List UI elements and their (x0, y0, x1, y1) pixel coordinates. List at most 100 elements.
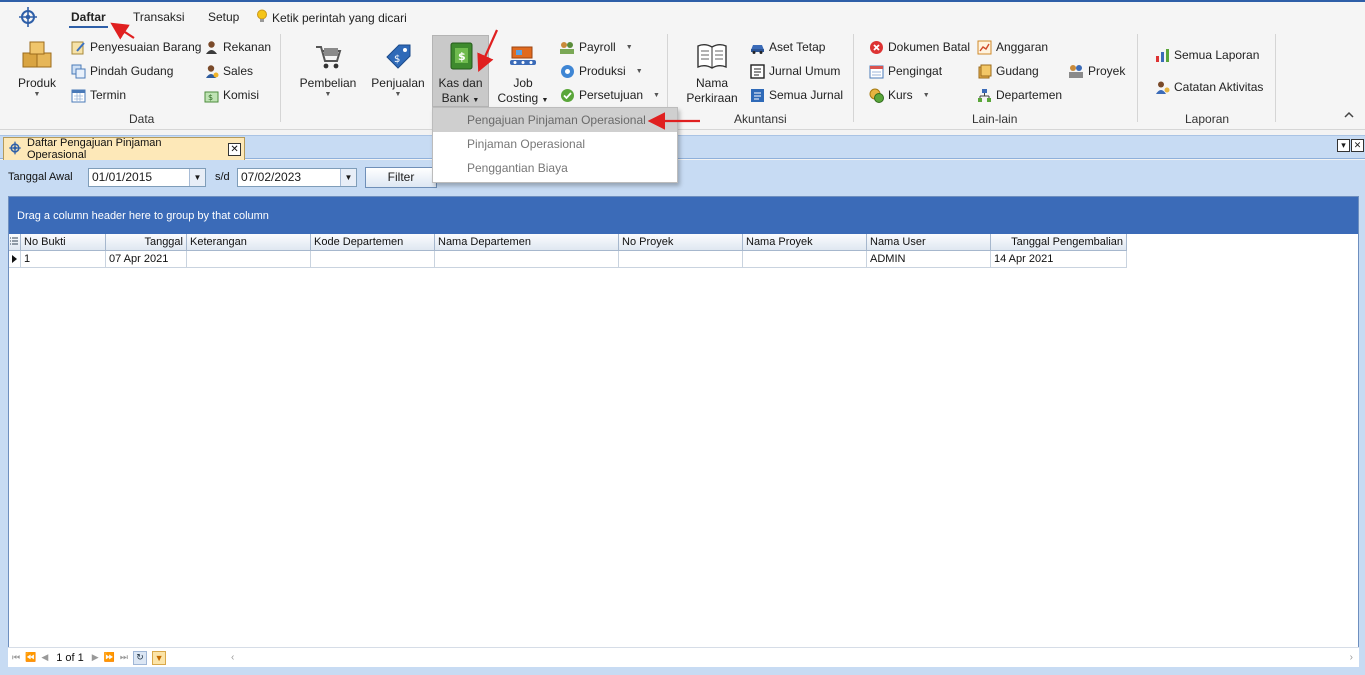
calendar-dropdown-icon[interactable]: ▼ (189, 169, 205, 186)
group-by-panel[interactable]: Drag a column header here to group by th… (9, 197, 1358, 234)
group-label-data: Data (129, 112, 155, 126)
commission-icon: $ (203, 87, 219, 103)
document-tab[interactable]: Daftar Pengajuan Pinjaman Operasional ✕ (3, 137, 245, 161)
close-tab-icon[interactable]: ✕ (228, 142, 241, 156)
pembelian-button[interactable]: Pembelian ▼ (296, 40, 360, 106)
produksi-label: Produksi (579, 64, 626, 78)
column-header-tanggal[interactable]: Tanggal (106, 234, 187, 251)
group-label-akuntansi: Akuntansi (734, 112, 787, 126)
payroll-label: Payroll (579, 40, 616, 54)
kas-dan-bank-button[interactable]: $ Kas dan Bank ▼ (432, 35, 489, 107)
scroll-right-icon[interactable]: › (1350, 652, 1353, 663)
currency-exchange-icon (868, 87, 884, 103)
produksi-button[interactable]: Produksi ▼ (559, 63, 643, 79)
tab-daftar[interactable]: Daftar (69, 10, 108, 28)
produk-label: Produk (17, 76, 57, 90)
end-date-field[interactable]: 07/02/2023 ▼ (237, 168, 357, 187)
filter-button[interactable]: Filter (365, 167, 437, 188)
cell-kode-departemen[interactable] (311, 251, 435, 268)
filter-funnel-icon[interactable]: ▼ (152, 650, 167, 665)
komisi-button[interactable]: $ Komisi (203, 87, 259, 103)
column-header-keterangan[interactable]: Keterangan (187, 234, 311, 251)
menu-item-penggantian-biaya[interactable]: Penggantian Biaya (433, 156, 677, 180)
start-date-field[interactable]: 01/01/2015 ▼ (88, 168, 206, 187)
semua-jurnal-button[interactable]: Semua Jurnal (749, 87, 843, 103)
gudang-button[interactable]: Gudang (976, 63, 1039, 79)
content-area: Tanggal Awal 01/01/2015 ▼ s/d 07/02/2023… (0, 160, 1365, 675)
budget-chart-icon (976, 39, 992, 55)
next-block-icon[interactable]: ⏩ (104, 652, 115, 663)
previous-block-icon[interactable]: ⏪ (25, 652, 36, 663)
payroll-people-icon (559, 39, 575, 55)
column-header-nama-departemen[interactable]: Nama Departemen (435, 234, 619, 251)
penjualan-button[interactable]: $ Penjualan ▼ (368, 40, 428, 106)
cell-no-proyek[interactable] (619, 251, 743, 268)
tab-list-dropdown-icon[interactable]: ▾ (1337, 139, 1350, 152)
open-book-icon (695, 40, 729, 72)
rekanan-button[interactable]: Rekanan (203, 39, 271, 55)
app-logo-icon[interactable] (17, 6, 39, 28)
cell-tanggal-pengembalian[interactable]: 14 Apr 2021 (991, 251, 1127, 268)
proyek-button[interactable]: Proyek (1068, 63, 1125, 79)
cell-tanggal[interactable]: 07 Apr 2021 (106, 251, 187, 268)
previous-page-icon[interactable]: ◀ (41, 652, 48, 663)
kurs-button[interactable]: Kurs ▼ (868, 87, 930, 103)
persetujuan-button[interactable]: Persetujuan ▼ (559, 87, 660, 103)
anggaran-button[interactable]: Anggaran (976, 39, 1048, 55)
org-chart-icon (976, 87, 992, 103)
column-header-no-bukti[interactable]: No Bukti (21, 234, 106, 251)
tab-setup[interactable]: Setup (208, 10, 239, 24)
chevron-down-icon: ▼ (472, 97, 480, 104)
journal-icon (749, 63, 765, 79)
menu-item-pinjaman-operasional[interactable]: Pinjaman Operasional (433, 132, 677, 156)
group-label-lain-lain: Lain-lain (972, 112, 1018, 126)
aset-tetap-button[interactable]: Aset Tetap (749, 39, 825, 55)
cell-no-bukti[interactable]: 1 (21, 251, 106, 268)
column-chooser-icon[interactable] (9, 234, 21, 251)
next-page-icon[interactable]: ▶ (92, 652, 99, 663)
kurs-label: Kurs (888, 88, 913, 102)
column-header-nama-user[interactable]: Nama User (867, 234, 991, 251)
close-window-icon[interactable]: ✕ (1351, 139, 1364, 152)
penyesuaian-barang-button[interactable]: Penyesuaian Barang (70, 39, 201, 55)
refresh-icon[interactable]: ↻ (133, 650, 148, 665)
menu-item-pengajuan-pinjaman-operasional[interactable]: Pengajuan Pinjaman Operasional (433, 108, 677, 132)
catatan-aktivitas-label: Catatan Aktivitas (1174, 80, 1264, 94)
job-costing-button[interactable]: Job Costing ▼ (494, 40, 552, 106)
pindah-gudang-button[interactable]: Pindah Gudang (70, 63, 173, 79)
cell-nama-departemen[interactable] (435, 251, 619, 268)
table-row[interactable]: 1 07 Apr 2021 ADMIN 14 Apr 2021 (9, 251, 1358, 269)
dokumen-batal-button[interactable]: Dokumen Batal (868, 39, 970, 55)
document-tab-title: Daftar Pengajuan Pinjaman Operasional (27, 137, 162, 161)
column-header-nama-proyek[interactable]: Nama Proyek (743, 234, 867, 251)
column-header-tanggal-pengembalian[interactable]: Tanggal Pengembalian (991, 234, 1127, 251)
first-page-icon[interactable]: ⏮ (12, 652, 20, 663)
command-search[interactable]: Ketik perintah yang dicari (256, 9, 407, 27)
calendar-dropdown-icon[interactable]: ▼ (340, 169, 356, 186)
scroll-left-icon[interactable]: ‹ (231, 652, 234, 663)
nama-perkiraan-button[interactable]: Nama Perkiraan (682, 40, 742, 106)
kas-dan-bank-label-2: Bank (441, 91, 470, 105)
column-header-no-proyek[interactable]: No Proyek (619, 234, 743, 251)
tab-transaksi[interactable]: Transaksi (133, 10, 185, 24)
sales-button[interactable]: Sales (203, 63, 253, 79)
cell-keterangan[interactable] (187, 251, 311, 268)
semua-laporan-button[interactable]: Semua Laporan (1154, 47, 1259, 63)
payroll-button[interactable]: Payroll ▼ (559, 39, 633, 55)
last-page-icon[interactable]: ⏭ (120, 652, 128, 663)
cell-nama-user[interactable]: ADMIN (867, 251, 991, 268)
pengingat-label: Pengingat (888, 64, 943, 78)
pengingat-button[interactable]: Pengingat (868, 63, 942, 79)
cell-nama-proyek[interactable] (743, 251, 867, 268)
ribbon-top-line (0, 0, 1365, 2)
jurnal-umum-button[interactable]: Jurnal Umum (749, 63, 840, 79)
svg-text:$: $ (208, 93, 213, 102)
persetujuan-label: Persetujuan (579, 88, 644, 102)
termin-button[interactable]: Termin (70, 87, 126, 103)
departemen-button[interactable]: Departemen (976, 87, 1062, 103)
collapse-ribbon-icon[interactable] (1343, 110, 1355, 123)
catatan-aktivitas-button[interactable]: Catatan Aktivitas (1154, 79, 1263, 95)
produk-button[interactable]: Produk ▼ (12, 40, 62, 106)
column-header-kode-departemen[interactable]: Kode Departemen (311, 234, 435, 251)
kas-dan-bank-label-1: Kas dan (438, 76, 483, 90)
